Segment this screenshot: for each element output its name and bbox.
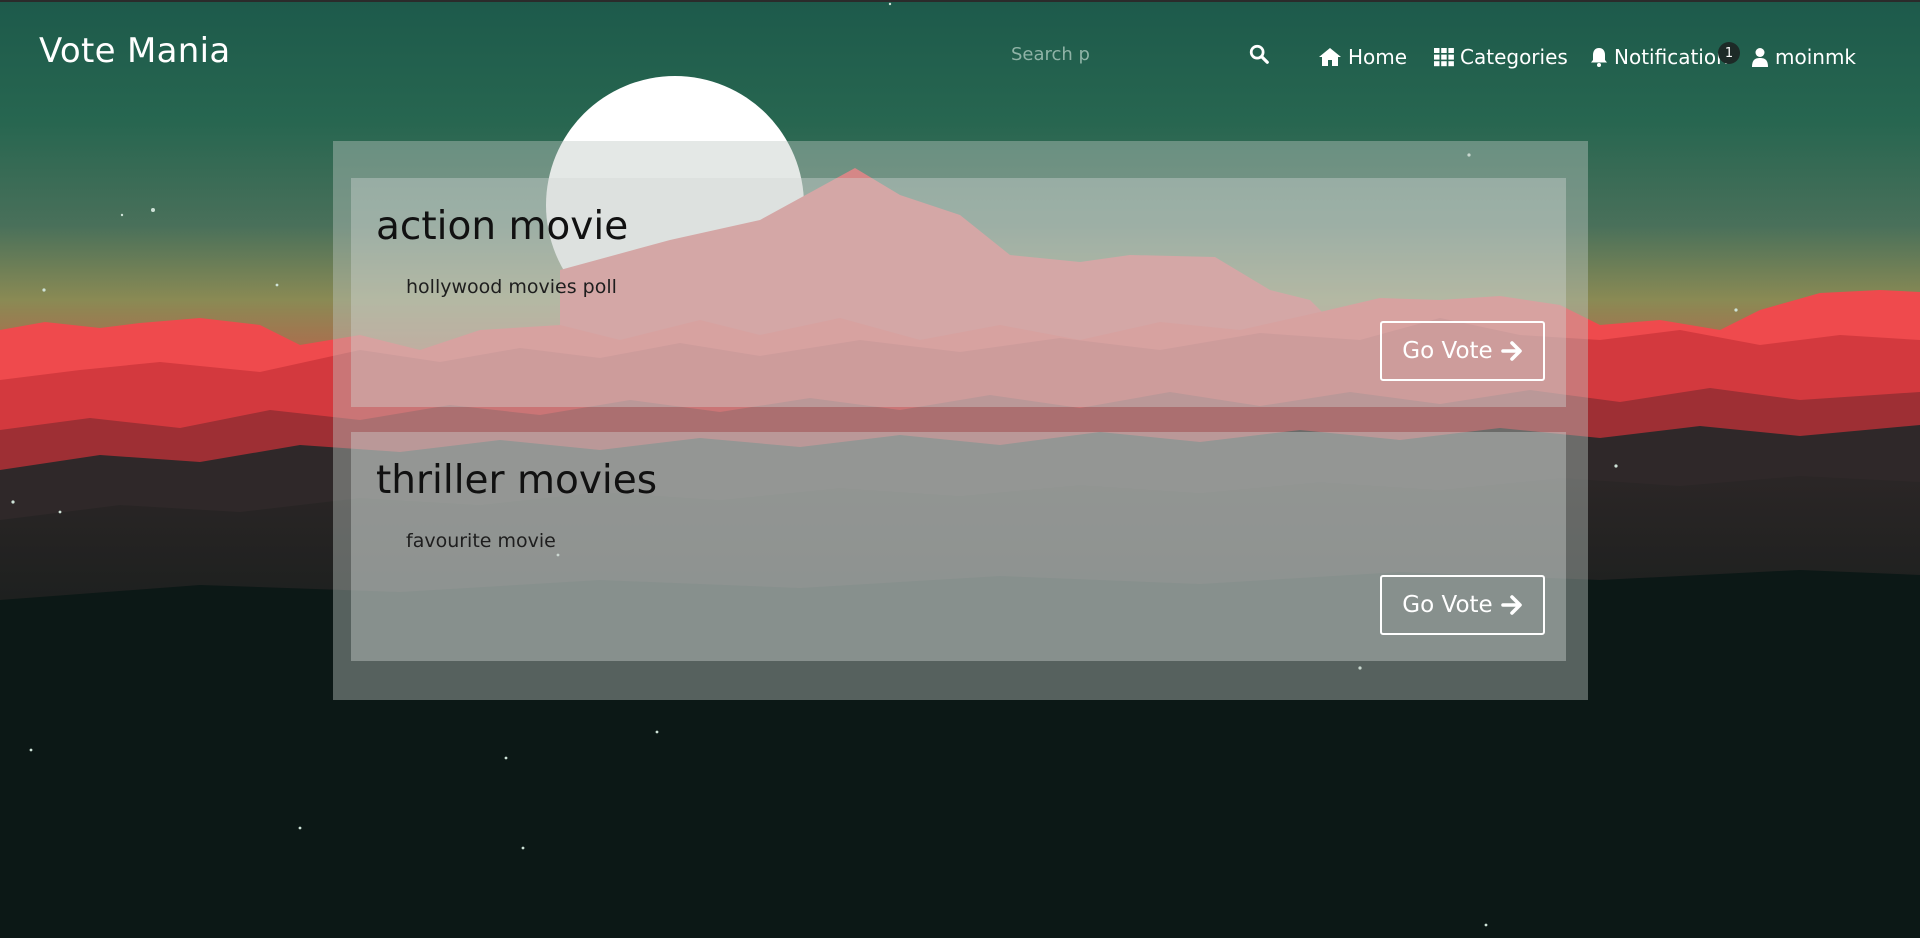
- bell-icon: [1591, 48, 1607, 67]
- poll-card: action movie hollywood movies poll Go Vo…: [351, 178, 1566, 407]
- arrow-right-icon: [1500, 595, 1522, 615]
- top-border: [0, 0, 1920, 2]
- nav-home[interactable]: Home: [1318, 42, 1407, 72]
- nav-categories-label: Categories: [1460, 45, 1568, 69]
- nav-categories[interactable]: Categories: [1434, 42, 1568, 72]
- poll-title: thriller movies: [376, 458, 658, 503]
- nav-notification[interactable]: Notification: [1590, 42, 1729, 72]
- nav-username-label: moinmk: [1775, 45, 1857, 69]
- home-icon: [1319, 48, 1341, 66]
- go-vote-button[interactable]: Go Vote: [1380, 321, 1545, 381]
- grid-icon: [1434, 48, 1454, 67]
- nav-notification-label: Notification: [1614, 45, 1729, 69]
- search-input[interactable]: [1005, 40, 1137, 68]
- notification-count-badge: 1: [1718, 42, 1740, 64]
- poll-card: thriller movies favourite movie Go Vote: [351, 432, 1566, 661]
- nav-home-label: Home: [1348, 45, 1408, 69]
- go-vote-label: Go Vote: [1402, 592, 1493, 618]
- brand-logo[interactable]: Vote Mania: [39, 31, 230, 71]
- poll-description: favourite movie: [406, 530, 556, 552]
- nav-user-profile[interactable]: moinmk: [1751, 42, 1856, 72]
- search-button[interactable]: [1244, 40, 1274, 70]
- go-vote-button[interactable]: Go Vote: [1380, 575, 1545, 635]
- poll-title: action movie: [376, 204, 629, 249]
- polls-panel: action movie hollywood movies poll Go Vo…: [333, 141, 1588, 700]
- user-icon: [1752, 48, 1768, 67]
- go-vote-label: Go Vote: [1402, 338, 1493, 364]
- search-icon: [1249, 44, 1269, 64]
- poll-description: hollywood movies poll: [406, 276, 617, 298]
- arrow-right-icon: [1500, 341, 1522, 361]
